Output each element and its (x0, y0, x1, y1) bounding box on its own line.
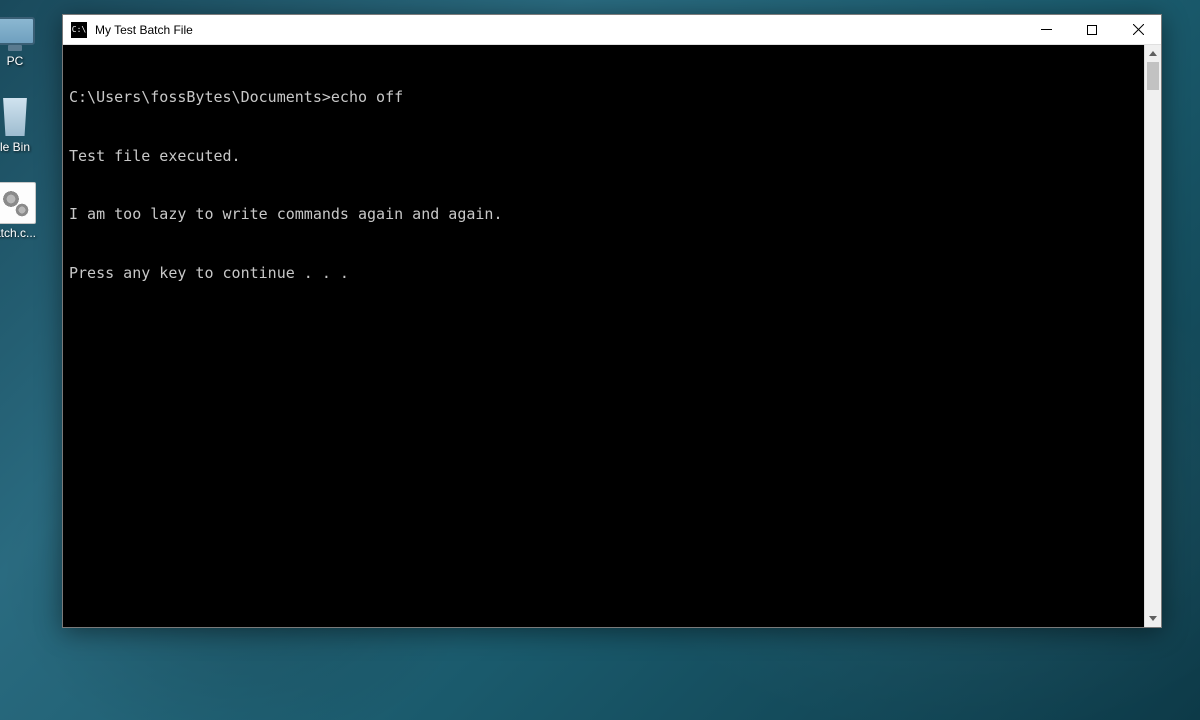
console-line: I am too lazy to write commands again an… (69, 205, 1138, 225)
vertical-scrollbar[interactable] (1144, 45, 1161, 627)
console-line: Test file executed. (69, 147, 1138, 167)
minimize-button[interactable] (1023, 15, 1069, 44)
titlebar[interactable]: C:\ My Test Batch File (63, 15, 1161, 45)
chevron-up-icon (1149, 51, 1157, 56)
close-icon (1133, 24, 1144, 35)
desktop-icons: PC le Bin atch.c... (0, 10, 50, 240)
this-pc-icon (0, 10, 38, 52)
console-output[interactable]: C:\Users\fossBytes\Documents>echo off Te… (63, 45, 1144, 627)
command-prompt-window: C:\ My Test Batch File C:\Users\fossByte… (62, 14, 1162, 628)
desktop-icon-this-pc[interactable]: PC (0, 10, 50, 68)
chevron-down-icon (1149, 616, 1157, 621)
minimize-icon (1041, 29, 1052, 30)
scroll-track[interactable] (1145, 62, 1161, 610)
desktop-icon-label: PC (7, 54, 24, 68)
desktop-icon-label: atch.c... (0, 226, 36, 240)
console-line: C:\Users\fossBytes\Documents>echo off (69, 88, 1138, 108)
window-body: C:\Users\fossBytes\Documents>echo off Te… (63, 45, 1161, 627)
desktop-icon-recycle-bin[interactable]: le Bin (0, 96, 50, 154)
maximize-button[interactable] (1069, 15, 1115, 44)
console-line: Press any key to continue . . . (69, 264, 1138, 284)
window-title: My Test Batch File (95, 23, 193, 37)
close-button[interactable] (1115, 15, 1161, 44)
maximize-icon (1087, 25, 1097, 35)
window-controls (1023, 15, 1161, 44)
desktop-icon-batch-file[interactable]: atch.c... (0, 182, 50, 240)
desktop-icon-label: le Bin (0, 140, 30, 154)
scroll-thumb[interactable] (1147, 62, 1159, 90)
scroll-down-button[interactable] (1145, 610, 1161, 627)
recycle-bin-icon (0, 96, 38, 138)
scroll-up-button[interactable] (1145, 45, 1161, 62)
command-prompt-icon: C:\ (71, 22, 87, 38)
batch-file-icon (0, 182, 38, 224)
